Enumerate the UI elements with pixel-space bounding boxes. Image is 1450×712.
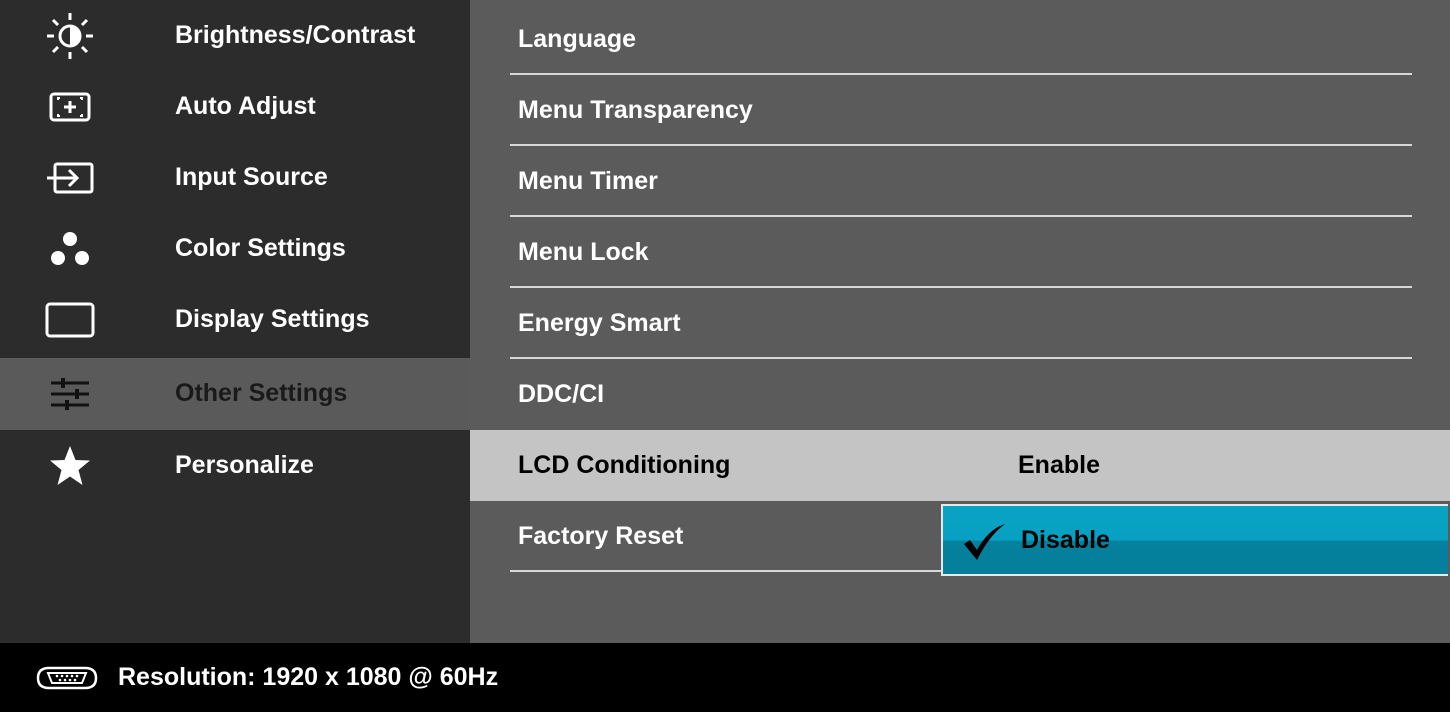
resolution-text: Resolution: 1920 x 1080 @ 60Hz xyxy=(118,662,499,691)
menu-item-label: Auto Adjust xyxy=(175,91,316,120)
option-disable-selected[interactable]: Disable xyxy=(941,504,1448,576)
setting-label: LCD Conditioning xyxy=(518,450,731,479)
setting-language[interactable]: Language xyxy=(470,4,1450,75)
main-menu: Brightness/Contrast Auto Adjust Input So… xyxy=(0,0,470,643)
setting-label: Energy Smart xyxy=(518,308,681,337)
menu-item-input-source[interactable]: Input Source xyxy=(0,142,470,213)
vga-connector-icon xyxy=(35,665,99,691)
brightness-icon xyxy=(40,12,100,59)
other-settings-icon xyxy=(40,372,100,416)
setting-label: Menu Transparency xyxy=(518,95,753,124)
setting-label: Menu Timer xyxy=(518,166,658,195)
setting-energy-smart[interactable]: Energy Smart xyxy=(470,288,1450,359)
setting-label: DDC/CI xyxy=(518,379,605,408)
divider xyxy=(510,570,942,572)
menu-item-brightness-contrast[interactable]: Brightness/Contrast xyxy=(0,0,470,71)
menu-item-personalize[interactable]: Personalize xyxy=(0,430,470,501)
display-settings-icon xyxy=(40,298,100,342)
menu-item-auto-adjust[interactable]: Auto Adjust xyxy=(0,71,470,142)
menu-item-color-settings[interactable]: Color Settings xyxy=(0,213,470,284)
monitor-osd-menu: Brightness/Contrast Auto Adjust Input So… xyxy=(0,0,1450,712)
menu-item-label: Input Source xyxy=(175,162,328,191)
setting-menu-lock[interactable]: Menu Lock xyxy=(470,217,1450,288)
option-label: Disable xyxy=(1021,526,1110,555)
auto-adjust-icon xyxy=(40,85,100,129)
status-footer: Resolution: 1920 x 1080 @ 60Hz xyxy=(0,643,1450,712)
menu-item-label: Other Settings xyxy=(175,378,348,407)
menu-item-label: Brightness/Contrast xyxy=(175,20,416,49)
setting-label: Language xyxy=(518,24,637,53)
star-icon xyxy=(40,444,100,488)
setting-label: Factory Reset xyxy=(518,521,684,550)
input-source-icon xyxy=(40,156,100,200)
option-enable[interactable]: Enable xyxy=(1018,450,1100,479)
setting-ddc-ci[interactable]: DDC/CI xyxy=(470,359,1450,430)
color-settings-icon xyxy=(40,227,100,271)
menu-item-label: Display Settings xyxy=(175,304,370,333)
menu-item-display-settings[interactable]: Display Settings xyxy=(0,284,470,355)
setting-menu-timer[interactable]: Menu Timer xyxy=(470,146,1450,217)
setting-menu-transparency[interactable]: Menu Transparency xyxy=(470,75,1450,146)
menu-item-label: Color Settings xyxy=(175,233,346,262)
menu-item-other-settings[interactable]: Other Settings xyxy=(0,358,470,430)
setting-lcd-conditioning[interactable]: LCD Conditioning Enable xyxy=(470,430,1450,501)
setting-label: Menu Lock xyxy=(518,237,649,266)
checkmark-icon xyxy=(961,522,1007,562)
menu-item-label: Personalize xyxy=(175,450,314,479)
